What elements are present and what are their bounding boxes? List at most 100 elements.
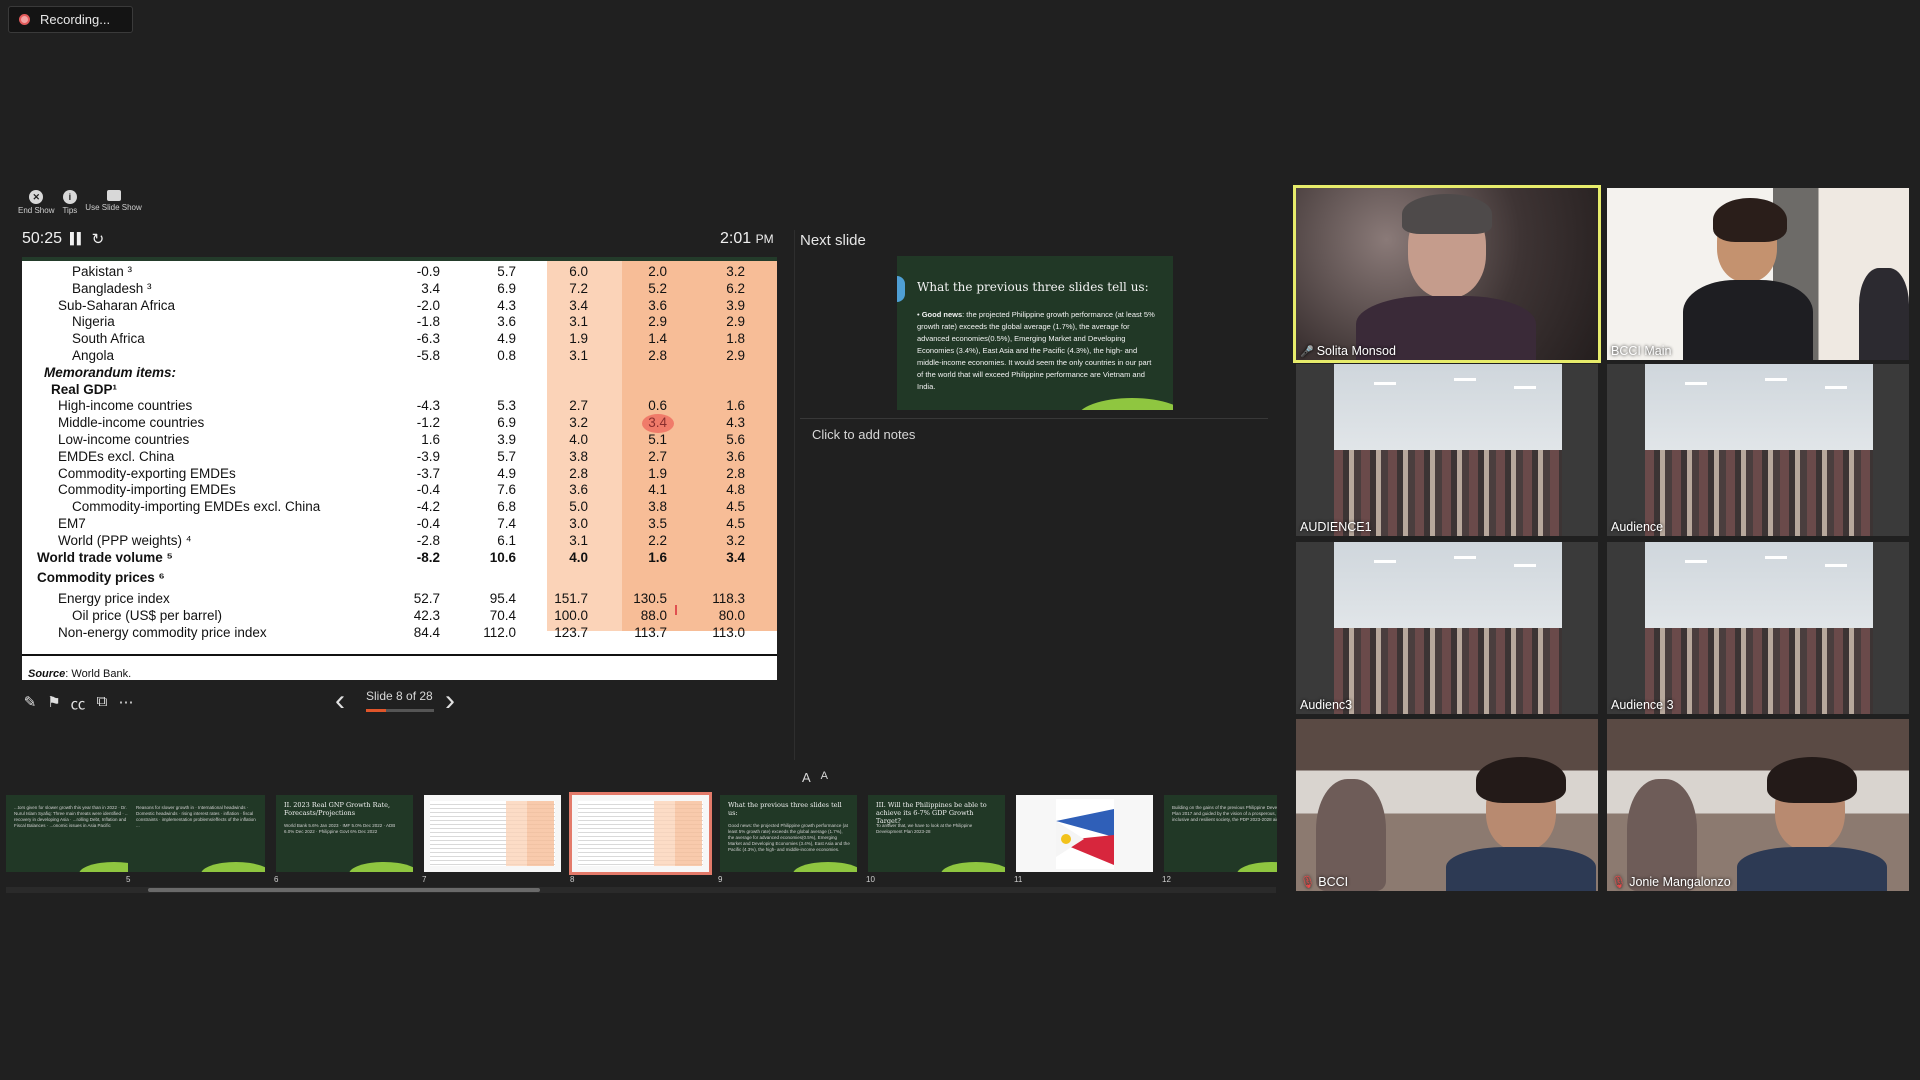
slide-thumbnail[interactable]: Reasons for slower growth in · Internati… (128, 795, 265, 872)
table-cell: 3.6 (569, 482, 588, 498)
participant-video[interactable]: Audience (1607, 364, 1909, 536)
subtitles-icon[interactable]: ㏄ (70, 693, 86, 714)
slide-thumbnail-strip[interactable]: ...tors given for slower growth this yea… (0, 790, 1277, 890)
table-cell: 1.9 (648, 465, 667, 481)
table-row: Commodity-exporting EMDEs -3.7 4.9 2.8 1.9 2.… (22, 465, 777, 482)
table-row: South Africa -6.3 4.9 1.9 1.4 1.8 (22, 330, 777, 347)
participant-name: Audienc3 (1300, 698, 1352, 712)
table-cell: 2.9 (726, 314, 745, 330)
slide-thumbnail[interactable]: What the previous three slides tell us: G… (720, 795, 857, 872)
participant-video[interactable]: Audienc3 (1296, 542, 1598, 714)
slide-thumbnail[interactable]: III. Will the Philippines be able to ach… (868, 795, 1005, 872)
row-label: Commodity-exporting EMDEs (58, 465, 236, 481)
table-cell: 3.6 (497, 314, 516, 330)
mic-muted-icon: 🎙 (1300, 875, 1316, 889)
table-cell: 4.9 (497, 331, 516, 347)
table-cell: 70.4 (489, 608, 516, 623)
table-cell: 113.0 (712, 624, 745, 640)
previous-slide-button[interactable]: ‹ (335, 684, 345, 718)
pen-icon[interactable]: ✎ (22, 693, 38, 714)
row-label: Bangladesh ³ (72, 280, 152, 296)
table-cell: 1.6 (726, 398, 745, 414)
participant-video[interactable]: 🎙 Jonie Mangalonzo (1607, 719, 1909, 891)
table-cell: 84.4 (413, 624, 440, 640)
slide-thumbnail[interactable] (1016, 795, 1153, 872)
increase-font-button[interactable]: A (802, 770, 811, 785)
table-cell: 7.4 (497, 516, 516, 531)
ceiling-light (1514, 386, 1536, 389)
monitor-icon (106, 190, 121, 201)
table-row: World trade volume ⁵ -8.2 10.6 4.0 1.6 3.4 (22, 549, 777, 566)
participant-name-text: Audience 3 (1611, 698, 1674, 712)
ink-mark (675, 605, 677, 615)
laser-pointer-icon[interactable]: ⚑ (46, 693, 62, 714)
audience-seats (1334, 628, 1562, 714)
slide-thumbnail[interactable] (424, 795, 561, 872)
table-cell: 113.7 (634, 624, 667, 640)
participant-video[interactable]: Audience 3 (1607, 542, 1909, 714)
current-slide[interactable]: Pakistan ³ -0.9 5.7 6.0 2.0 3.2 Bangladesh ³ 3.… (22, 257, 777, 680)
slide-thumbnail[interactable]: Building on the gains of the previous Ph… (1164, 795, 1277, 872)
table-cell: 6.2 (726, 280, 745, 296)
panel-divider[interactable] (794, 230, 795, 760)
thumbnail-decoration (793, 862, 857, 872)
end-show-button[interactable]: ✕ End Show (18, 190, 54, 215)
row-label: Commodity-importing EMDEs (58, 482, 236, 498)
thumbnail-scrollbar-thumb[interactable] (148, 888, 540, 892)
table-cell: 3.1 (569, 314, 588, 330)
conference-hall (1645, 364, 1873, 536)
row-label: High-income countries (58, 398, 193, 414)
thumbnail-table-columns (494, 801, 554, 866)
slide-thumbnail[interactable]: ...tors given for slower growth this yea… (6, 795, 143, 872)
next-slide-button[interactable]: › (445, 684, 455, 718)
thumbnail-table-columns (642, 801, 702, 866)
slide-progress (366, 709, 434, 712)
table-cell: 3.5 (648, 516, 667, 531)
next-slide-preview[interactable]: What the previous three slides tell us: … (897, 256, 1173, 410)
table-cell: -0.9 (416, 264, 440, 279)
table-cell: 3.4 (726, 549, 745, 565)
table-cell: 4.9 (497, 465, 516, 481)
table-cell: 3.2 (569, 415, 588, 431)
table-cell: 3.2 (726, 264, 745, 279)
table-cell: 4.0 (569, 549, 588, 565)
restart-icon[interactable]: ↻ (92, 230, 105, 248)
table-cell: 5.6 (726, 432, 745, 447)
tips-button[interactable]: i Tips (62, 190, 77, 215)
table-cell: 4.1 (648, 482, 667, 498)
more-options-icon[interactable]: ⋯ (118, 693, 134, 714)
table-cell: -2.8 (416, 532, 440, 548)
participant-video[interactable]: 🎙 BCCI (1296, 719, 1598, 891)
thumbnail-decoration (1237, 862, 1277, 872)
table-cell: 7.2 (569, 280, 588, 296)
table-cell: 2.7 (648, 448, 667, 464)
camera-off-icon[interactable]: ⧉ (94, 693, 110, 714)
thumbnail-number: 5 (126, 875, 131, 884)
table-cell: 0.6 (648, 398, 667, 414)
slide-thumbnail[interactable]: II. 2023 Real GNP Growth Rate, Forecasts… (276, 795, 413, 872)
slide-tools: ✎ ⚑ ㏄ ⧉ ⋯ (22, 693, 134, 714)
next-slide-lead: Good news (921, 310, 963, 319)
pause-icon[interactable]: ▌▌ (70, 233, 85, 245)
participant-name-text: Audience (1611, 520, 1664, 534)
recording-indicator[interactable]: Recording... (8, 6, 133, 33)
slide-thumbnail[interactable] (569, 792, 712, 875)
row-label: World (PPP weights) ⁴ (58, 532, 192, 548)
audience-seats (1645, 450, 1873, 536)
use-slide-show-button[interactable]: Use Slide Show (85, 190, 142, 215)
table-cell: 6.1 (497, 532, 516, 548)
participant-name-text: Audienc3 (1300, 698, 1353, 712)
slide-counter[interactable]: Slide 8 of 28 (366, 689, 433, 703)
speaker-notes[interactable]: Click to add notes (812, 427, 915, 442)
participant-video[interactable]: 🎤 Solita Monsod (1293, 185, 1601, 363)
table-cell: 10.6 (489, 549, 516, 565)
participant-video[interactable]: BCCI Main (1607, 188, 1909, 360)
participant-name-text: BCCI Main (1611, 344, 1672, 358)
table-row: Commodity-importing EMDEs -0.4 7.6 3.6 4.1 4.… (22, 481, 777, 498)
participant-name: Audience (1611, 520, 1663, 534)
table-cell: 3.6 (648, 297, 667, 313)
decrease-font-button[interactable]: A (821, 770, 828, 785)
table-cell: 2.0 (648, 264, 667, 279)
next-slide-body: • Good news: the projected Philippine gr… (917, 310, 1155, 391)
participant-video[interactable]: AUDIENCE1 (1296, 364, 1598, 536)
